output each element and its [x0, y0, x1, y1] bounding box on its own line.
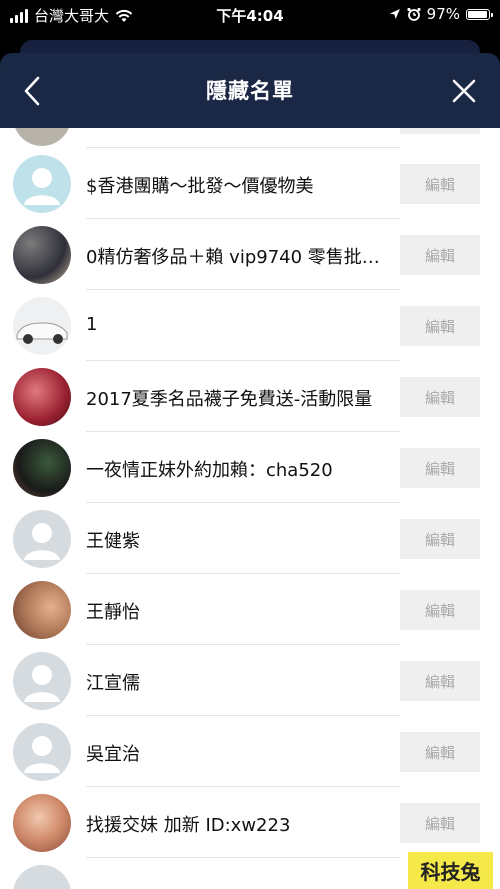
battery-percent: 97%	[426, 5, 460, 23]
battery-icon	[466, 8, 493, 20]
contact-name: 江宣儒	[86, 673, 140, 694]
photo-avatar	[13, 226, 71, 284]
list-item-partial-top	[0, 128, 500, 148]
contact-name: 一夜情正妹外約加賴：cha520	[86, 460, 333, 481]
list-item[interactable]: 王健紫 編輯	[0, 503, 500, 574]
list-item[interactable]: 江宣儒 編輯	[0, 645, 500, 716]
edit-button[interactable]: 編輯	[400, 235, 480, 275]
contact-name: 找援交妹 加新 ID:xw223	[86, 815, 291, 836]
contact-name: 吳宜治	[86, 744, 140, 765]
photo-avatar	[13, 439, 71, 497]
list-item[interactable]: 0精仿奢侈品＋賴 vip9740 零售批發 高品質 編輯	[0, 219, 500, 290]
status-bar: 台灣大哥大 下午4:04 97%	[0, 0, 500, 30]
contact-name: 2017夏季名品襪子免費送-活動限量	[86, 389, 373, 410]
hidden-friends-list[interactable]: $香港團購～批發～價優物美 編輯 0精仿奢侈品＋賴 vip9740 零售批發 高…	[0, 128, 500, 889]
list-item[interactable]: 一夜情正妹外約加賴：cha520 編輯	[0, 432, 500, 503]
contact-name: $香港團購～批發～價優物美	[86, 176, 314, 197]
default-avatar	[13, 865, 71, 889]
list-item[interactable]: 1 編輯	[0, 290, 500, 361]
photo-avatar	[13, 581, 71, 639]
default-avatar	[13, 155, 71, 213]
list-item[interactable]: 找援交妹 加新 ID:xw223 編輯	[0, 787, 500, 858]
list-item[interactable]: 王靜怡 編輯	[0, 574, 500, 645]
close-icon	[452, 79, 476, 103]
edit-button[interactable]	[400, 128, 480, 134]
page-title: 隱藏名單	[206, 79, 294, 103]
edit-button[interactable]: 編輯	[400, 448, 480, 488]
edit-button[interactable]: 編輯	[400, 732, 480, 772]
edit-button[interactable]: 編輯	[400, 590, 480, 630]
alarm-clock-icon	[407, 7, 421, 21]
contact-name: 1	[86, 314, 98, 335]
watermark-logo: 科技兔	[408, 852, 493, 889]
list-item[interactable]: $香港團購～批發～價優物美 編輯	[0, 148, 500, 219]
nav-header: 隱藏名單	[0, 53, 500, 128]
default-avatar	[13, 723, 71, 781]
photo-avatar	[13, 794, 71, 852]
photo-avatar	[13, 368, 71, 426]
status-right: 97%	[389, 5, 493, 23]
edit-button[interactable]: 編輯	[400, 519, 480, 559]
edit-button[interactable]: 編輯	[400, 803, 480, 843]
edit-button[interactable]: 編輯	[400, 661, 480, 701]
location-arrow-icon	[389, 9, 400, 19]
edit-button[interactable]: 編輯	[400, 306, 480, 346]
avatar	[13, 128, 71, 146]
list-item[interactable]: 2017夏季名品襪子免費送-活動限量 編輯	[0, 361, 500, 432]
list-item[interactable]: 吳宜治 編輯	[0, 716, 500, 787]
close-button[interactable]	[448, 75, 480, 107]
default-avatar	[13, 652, 71, 710]
contact-name: 王健紫	[86, 531, 140, 552]
contact-name: 王靜怡	[86, 602, 140, 623]
car-photo-avatar	[13, 297, 71, 355]
default-avatar	[13, 510, 71, 568]
contact-name: 0精仿奢侈品＋賴 vip9740 零售批發 高品質	[86, 247, 386, 268]
edit-button[interactable]: 編輯	[400, 377, 480, 417]
edit-button[interactable]: 編輯	[400, 164, 480, 204]
